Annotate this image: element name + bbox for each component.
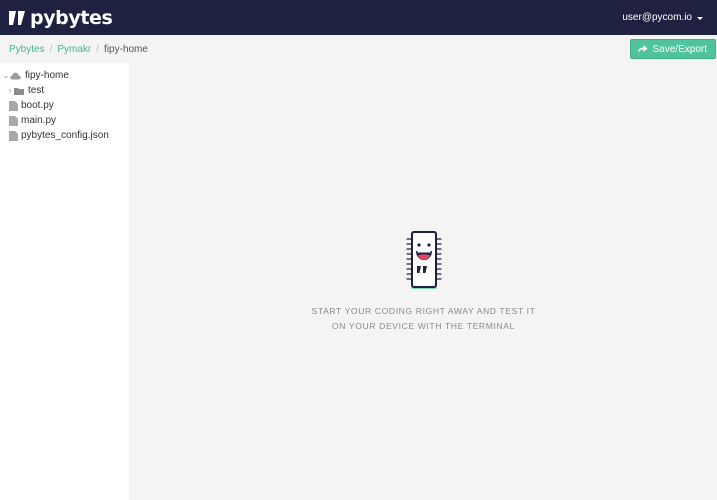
folder-icon <box>14 87 24 95</box>
breadcrumb-separator: / <box>96 43 100 55</box>
tree-file-label: main.py <box>21 115 57 126</box>
breadcrumb-separator: / <box>49 43 53 55</box>
chip-mascot-icon <box>405 231 442 289</box>
tree-folder-test[interactable]: › test <box>0 83 129 98</box>
tree-file-main-py[interactable]: main.py <box>0 113 129 128</box>
cloud-icon <box>10 72 21 79</box>
share-arrow-icon <box>637 45 648 53</box>
file-icon <box>9 100 18 111</box>
tree-file-label: pybytes_config.json <box>21 130 109 141</box>
file-icon <box>9 130 18 141</box>
save-export-button[interactable]: Save/Export <box>629 39 716 59</box>
chevron-down-icon[interactable]: ⌄ <box>2 71 10 80</box>
file-tree: ⌄ fipy-home › test boot.py main.py pybyt… <box>0 63 129 143</box>
chevron-down-icon <box>697 16 703 20</box>
breadcrumb-current: fipy-home <box>104 43 148 55</box>
tree-file-label: boot.py <box>21 100 54 111</box>
toolbar: Pybytes / Pymakr / fipy-home Save/Export <box>0 35 717 63</box>
breadcrumb-pybytes[interactable]: Pybytes <box>9 44 45 55</box>
chevron-right-icon[interactable]: › <box>6 86 14 95</box>
tree-file-boot-py[interactable]: boot.py <box>0 98 129 113</box>
logo-text: pybytes <box>30 6 113 29</box>
save-export-label: Save/Export <box>652 43 707 55</box>
empty-state: START YOUR CODING RIGHT AWAY AND TEST IT… <box>130 229 717 334</box>
user-menu[interactable]: user@pycom.io <box>622 12 703 23</box>
breadcrumb: Pybytes / Pymakr / fipy-home <box>9 44 148 55</box>
top-navbar: pybytes user@pycom.io <box>0 0 717 35</box>
tree-file-pybytes-config-json[interactable]: pybytes_config.json <box>0 128 129 143</box>
tree-root-label: fipy-home <box>25 70 69 81</box>
file-icon <box>9 115 18 126</box>
tree-root-fipy-home[interactable]: ⌄ fipy-home <box>0 68 129 83</box>
tree-folder-label: test <box>28 85 45 96</box>
breadcrumb-pymakr[interactable]: Pymakr <box>57 44 91 55</box>
editor-area: START YOUR CODING RIGHT AWAY AND TEST IT… <box>130 63 717 500</box>
empty-state-line-1: START YOUR CODING RIGHT AWAY AND TEST IT <box>311 306 536 316</box>
user-email: user@pycom.io <box>622 12 692 23</box>
pybytes-logo-icon <box>9 10 25 25</box>
pybytes-logo[interactable]: pybytes <box>8 6 113 29</box>
file-tree-sidebar: ⌄ fipy-home › test boot.py main.py pybyt… <box>0 63 129 500</box>
empty-state-line-2: ON YOUR DEVICE WITH THE TERMINAL <box>332 321 515 331</box>
